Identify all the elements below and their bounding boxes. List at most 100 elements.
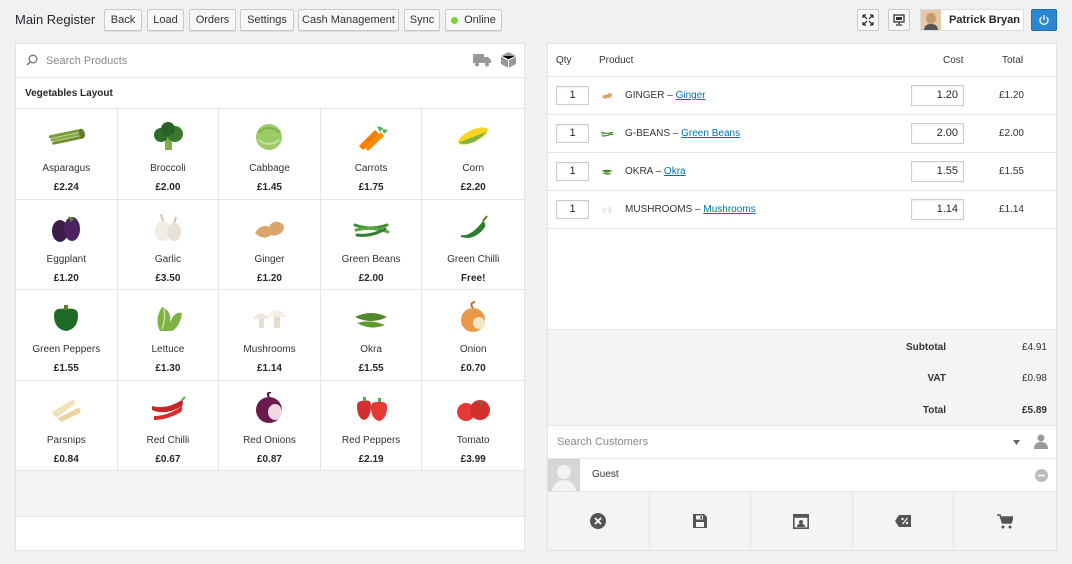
product-tile[interactable]: Red Chilli £0.67 [117,380,220,471]
vat-value: £0.98 [1021,373,1047,384]
product-name: Asparagus [42,163,91,174]
logout-button[interactable] [1031,9,1057,31]
online-status-button[interactable]: Online [445,9,502,31]
void-cart-button[interactable] [548,492,650,550]
product-name: Tomato [456,434,490,446]
product-price: £1.20 [53,272,79,284]
product-tile[interactable]: Broccoli £2.00 [117,109,220,200]
product-link[interactable]: Ginger [676,90,706,101]
product-tile[interactable]: Red Onions £0.87 [219,380,321,471]
product-tile[interactable]: Tomato £3.99 [422,381,524,471]
checkout-button[interactable] [954,492,1056,550]
cash-management-button[interactable]: Cash Management [298,9,399,31]
close-circle-icon [590,513,607,529]
green-peppers-icon [54,305,79,331]
product-tile[interactable]: Green Chilli Free! [422,200,524,290]
fullscreen-icon [862,14,874,26]
product-tile[interactable]: Mushrooms £1.14 [219,290,321,381]
back-button[interactable]: Back [104,9,142,31]
product-tile[interactable]: Parsnips £0.84 [16,380,118,471]
product-tile[interactable]: Garlic £3.50 [117,199,220,290]
qty-input[interactable]: 1 [556,200,589,219]
product-tile[interactable]: Red Peppers £2.19 [320,380,423,471]
product-price: £1.75 [358,182,384,193]
product-price: £0.67 [155,453,181,465]
garlic-icon [154,213,181,241]
qty-header: Qty [556,55,572,66]
product-tile[interactable]: Okra £1.55 [320,290,423,381]
cost-input[interactable]: 1.20 [911,85,964,106]
remove-customer-icon[interactable] [1035,469,1048,482]
fullscreen-button[interactable] [857,9,879,31]
product-tile[interactable]: Asparagus £2.24 [16,109,118,200]
discount-tag-icon [895,515,912,527]
product-tile[interactable]: Green Beans £2.00 [320,199,423,290]
cart-product-name: GINGER – Ginger [625,90,706,101]
vat-label: VAT [927,373,946,384]
cost-input[interactable]: 1.55 [911,161,964,182]
product-header: Product [599,55,634,66]
save-cart-button[interactable] [650,492,752,550]
red-chilli-icon [151,395,186,420]
layout-title: Vegetables Layout [16,78,524,109]
customer-avatar [548,459,580,491]
page-title: Main Register [15,12,96,27]
sync-button[interactable]: Sync [404,9,440,31]
floppy-disk-icon [692,514,707,528]
search-input[interactable]: Search Products [46,55,127,67]
cost-header: Cost [943,55,964,66]
user-menu[interactable]: Patrick Bryan [920,9,1024,31]
selected-customer: Guest [548,459,1056,492]
qty-input[interactable]: 1 [556,162,589,181]
truck-icon[interactable] [473,53,491,67]
qty-input[interactable]: 1 [556,86,589,105]
product-price: £0.87 [256,453,282,465]
name-separator: – [692,204,704,215]
product-tile[interactable]: Cabbage £1.45 [219,109,321,200]
product-price: £2.24 [53,182,79,193]
cabbage-icon [256,124,283,150]
product-sku: OKRA [625,166,653,177]
product-price: £2.19 [358,453,384,465]
product-tile[interactable]: Ginger £1.20 [219,199,321,290]
parsnips-icon [52,399,81,422]
customer-search[interactable]: Search Customers [548,426,1056,459]
cart-actions [548,492,1056,550]
product-tile[interactable]: Green Peppers £1.55 [16,290,118,381]
package-icon[interactable] [501,52,516,68]
product-tile[interactable]: Corn £2.20 [422,109,524,200]
cost-input[interactable]: 2.00 [911,123,964,144]
product-tile[interactable]: Eggplant £1.20 [16,199,118,290]
display-button[interactable] [888,9,910,31]
load-button[interactable]: Load [147,9,184,31]
product-link[interactable]: Mushrooms [703,204,755,215]
product-link[interactable]: Green Beans [681,128,740,139]
name-separator: – [670,128,682,139]
product-name: Okra [360,344,382,355]
cart-header: Qty Product Cost Total [548,44,1056,77]
product-price: £3.99 [460,453,486,465]
tomato-icon [457,399,491,421]
product-tile[interactable]: Lettuce £1.30 [117,290,220,381]
orders-button[interactable]: Orders [189,9,236,31]
online-label: Online [464,14,496,26]
product-tile[interactable]: Onion £0.70 [422,290,524,381]
chevron-down-icon[interactable] [1013,440,1020,445]
product-search[interactable]: Search Products [16,44,524,78]
product-link[interactable]: Okra [664,166,686,177]
product-sku: MUSHROOMS [625,204,693,215]
product-tile[interactable]: Carrots £1.75 [320,109,423,200]
customer-search-input[interactable]: Search Customers [557,436,648,448]
discount-button[interactable] [853,492,955,550]
cart-row: 1 GINGER – Ginger 1.20 £1.20 [548,77,1056,115]
qty-input[interactable]: 1 [556,124,589,143]
add-customer-icon[interactable] [1034,434,1048,449]
product-price: £1.30 [155,363,181,374]
product-price: £0.84 [53,453,79,465]
cart-notes-button[interactable] [751,492,853,550]
total-value: £5.89 [1021,405,1047,416]
settings-button[interactable]: Settings [240,9,294,31]
mushrooms-icon [253,310,288,328]
cost-input[interactable]: 1.14 [911,199,964,220]
cart-row: 1 G-BEANS – Green Beans 2.00 £2.00 [548,115,1056,153]
